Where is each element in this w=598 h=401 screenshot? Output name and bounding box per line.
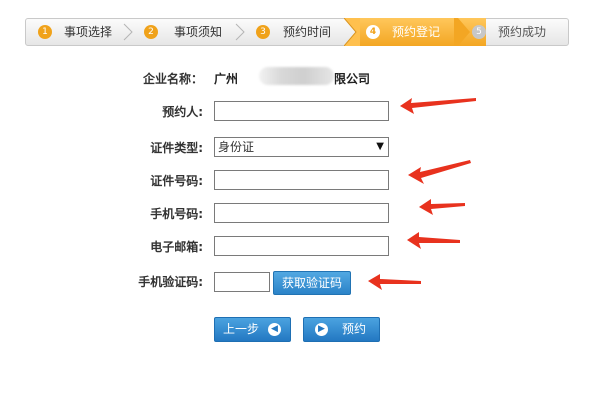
annotation-arrow-icon <box>419 199 465 215</box>
annotation-arrow-icon <box>368 274 421 290</box>
annotation-arrow-icon <box>407 232 460 249</box>
annotation-arrow-icon <box>400 98 476 114</box>
annotation-arrows <box>368 98 476 290</box>
annotation-arrow-icon <box>408 160 471 184</box>
